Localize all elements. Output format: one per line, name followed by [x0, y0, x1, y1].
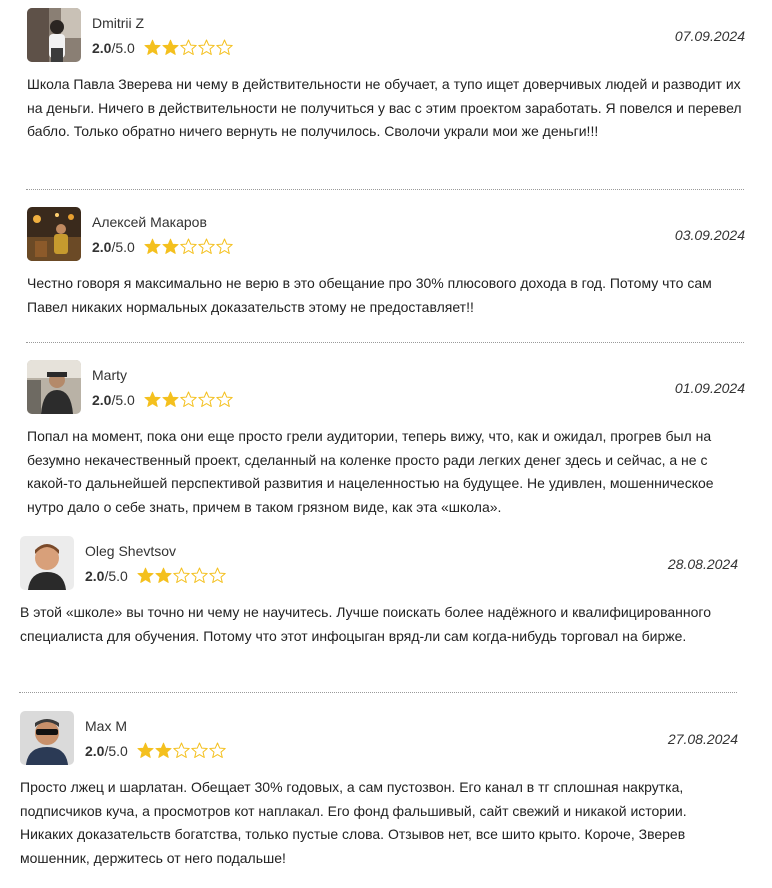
- star-empty-icon: [198, 39, 215, 56]
- review-card: Алексей Макаров 2.0/5.0 03.09.2024 Честн…: [27, 207, 745, 319]
- rating-max: /5.0: [111, 391, 135, 408]
- rating-max: /5.0: [104, 567, 128, 584]
- user-photo-avatar[interactable]: [27, 360, 81, 414]
- star-empty-icon: [198, 238, 215, 255]
- review-rating: 2.0/5.0: [92, 238, 233, 255]
- review-card: Marty 2.0/5.0 01.09.2024 Попал на момент…: [27, 360, 745, 519]
- review-date: 03.09.2024: [674, 227, 745, 243]
- review-rating: 2.0/5.0: [92, 39, 233, 56]
- review-author: Dmitrii Z: [92, 15, 145, 31]
- rating-max: /5.0: [111, 238, 135, 255]
- review-header: Dmitrii Z 2.0/5.0 07.09.2024: [27, 8, 745, 70]
- star-filled-icon: [155, 567, 172, 584]
- star-filled-icon: [144, 238, 161, 255]
- review-date: 07.09.2024: [674, 28, 745, 44]
- star-empty-icon: [180, 238, 197, 255]
- review-rating: 2.0/5.0: [85, 567, 226, 584]
- rating-score: 2.0: [92, 39, 112, 56]
- review-header: Алексей Макаров 2.0/5.0 03.09.2024: [27, 207, 745, 269]
- rating-stars: [144, 238, 233, 255]
- review-author: Max M: [85, 718, 127, 734]
- rating-stars: [137, 567, 226, 584]
- star-empty-icon: [180, 39, 197, 56]
- star-empty-icon: [180, 391, 197, 408]
- review-date: 01.09.2024: [674, 380, 745, 396]
- star-empty-icon: [191, 742, 208, 759]
- review-author: Алексей Макаров: [92, 214, 207, 230]
- user-photo-avatar[interactable]: [20, 536, 74, 590]
- star-empty-icon: [173, 742, 190, 759]
- star-empty-icon: [198, 391, 215, 408]
- review-card: Dmitrii Z 2.0/5.0 07.09.2024 Школа Павла…: [27, 8, 745, 144]
- review-text: В этой «школе» вы точно ни чему не научи…: [20, 604, 711, 644]
- review-text: Честно говоря я максимально не верю в эт…: [27, 275, 712, 315]
- review-date: 27.08.2024: [667, 731, 738, 747]
- user-photo-avatar[interactable]: [27, 207, 81, 261]
- star-filled-icon: [144, 391, 161, 408]
- user-photo-avatar[interactable]: [27, 8, 81, 62]
- rating-max: /5.0: [104, 742, 128, 759]
- star-empty-icon: [209, 567, 226, 584]
- star-filled-icon: [137, 567, 154, 584]
- rating-max: /5.0: [111, 39, 135, 56]
- user-photo-avatar[interactable]: [20, 711, 74, 765]
- review-text: Попал на момент, пока они еще просто гре…: [27, 428, 714, 515]
- star-filled-icon: [162, 391, 179, 408]
- review-divider: [26, 189, 744, 190]
- review-header: Marty 2.0/5.0 01.09.2024: [27, 360, 745, 422]
- star-empty-icon: [216, 238, 233, 255]
- star-filled-icon: [155, 742, 172, 759]
- rating-score: 2.0: [92, 391, 112, 408]
- star-empty-icon: [191, 567, 208, 584]
- review-header: Max M 2.0/5.0 27.08.2024: [20, 711, 738, 773]
- review-divider: [26, 342, 744, 343]
- rating-stars: [137, 742, 226, 759]
- review-divider: [19, 692, 737, 693]
- review-author: Oleg Shevtsov: [85, 543, 177, 559]
- rating-score: 2.0: [92, 238, 112, 255]
- rating-score: 2.0: [85, 742, 105, 759]
- rating-score: 2.0: [85, 567, 105, 584]
- review-card: Max M 2.0/5.0 27.08.2024 Просто лжец и ш…: [20, 711, 738, 870]
- star-filled-icon: [144, 39, 161, 56]
- star-filled-icon: [162, 39, 179, 56]
- star-empty-icon: [216, 391, 233, 408]
- review-rating: 2.0/5.0: [92, 391, 233, 408]
- star-empty-icon: [173, 567, 190, 584]
- review-rating: 2.0/5.0: [85, 742, 226, 759]
- review-author: Marty: [92, 367, 127, 383]
- star-empty-icon: [216, 39, 233, 56]
- review-text: Школа Павла Зверева ни чему в действител…: [27, 76, 742, 139]
- star-filled-icon: [137, 742, 154, 759]
- review-card: Oleg Shevtsov 2.0/5.0 28.08.2024 В этой …: [20, 536, 738, 648]
- review-date: 28.08.2024: [667, 556, 738, 572]
- review-text: Просто лжец и шарлатан. Обещает 30% годо…: [20, 779, 687, 866]
- rating-stars: [144, 391, 233, 408]
- star-filled-icon: [162, 238, 179, 255]
- review-header: Oleg Shevtsov 2.0/5.0 28.08.2024: [20, 536, 738, 598]
- rating-stars: [144, 39, 233, 56]
- star-empty-icon: [209, 742, 226, 759]
